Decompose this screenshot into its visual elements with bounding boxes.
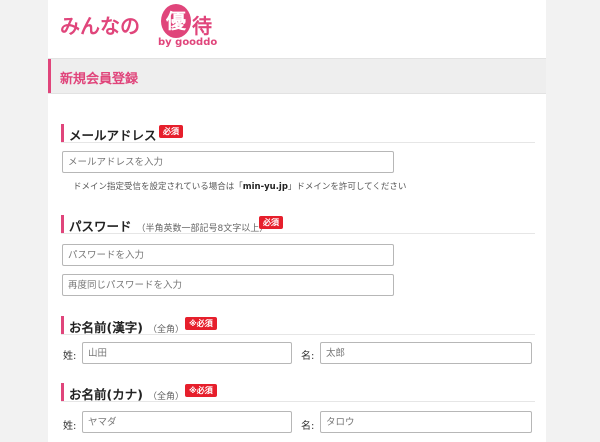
page-title: 新規会員登録 — [60, 72, 139, 87]
email-input[interactable] — [62, 151, 394, 173]
name-kana-section-header: お名前(カナ) （全角） ※必須 — [61, 383, 535, 402]
first-name-kana-input[interactable] — [320, 411, 532, 433]
last-name-kana-input[interactable] — [82, 411, 292, 433]
required-badge: ※必須 — [185, 384, 217, 397]
name-kana-label: お名前(カナ) （全角） — [69, 387, 184, 402]
required-badge: 必須 — [159, 125, 183, 138]
password-input[interactable] — [62, 244, 394, 266]
first-name-label: 名: — [301, 421, 315, 432]
required-badge: 必須 — [259, 216, 283, 229]
full-width-note: （全角） — [147, 325, 184, 335]
name-kanji-label: お名前(漢字) （全角） — [69, 320, 184, 335]
logo-circle-mark: 優 — [161, 4, 191, 38]
registration-page: みんなの 優 待 by gooddo 新規会員登録 メールアドレス 必須 ドメイ… — [48, 0, 546, 442]
page-title-bar: 新規会員登録 — [48, 58, 546, 94]
last-name-kanji-input[interactable] — [82, 342, 292, 364]
logo-last-char: 待 — [192, 14, 212, 38]
email-domain-hint: ドメイン指定受信を設定されている場合は「min-yu.jp」ドメインを許可してく… — [73, 182, 407, 192]
logo-text: みんなの — [60, 14, 140, 38]
full-width-note: （全角） — [147, 392, 184, 402]
first-name-label: 名: — [301, 351, 315, 362]
password-label: パスワード （半角英数一部記号8文字以上） — [69, 219, 269, 234]
email-label: メールアドレス — [69, 128, 157, 143]
required-badge: ※必須 — [185, 317, 217, 330]
password-rule-note: （半角英数一部記号8文字以上） — [136, 224, 269, 234]
password-confirm-input[interactable] — [62, 274, 394, 296]
first-name-kanji-input[interactable] — [320, 342, 532, 364]
email-section-header: メールアドレス 必須 — [61, 124, 535, 143]
last-name-label: 姓: — [63, 421, 77, 432]
title-accent — [48, 59, 51, 93]
password-section-header: パスワード （半角英数一部記号8文字以上） 必須 — [61, 215, 535, 234]
last-name-label: 姓: — [63, 351, 77, 362]
logo-subtitle: by gooddo — [158, 37, 218, 48]
name-kanji-section-header: お名前(漢字) （全角） ※必須 — [61, 316, 535, 335]
